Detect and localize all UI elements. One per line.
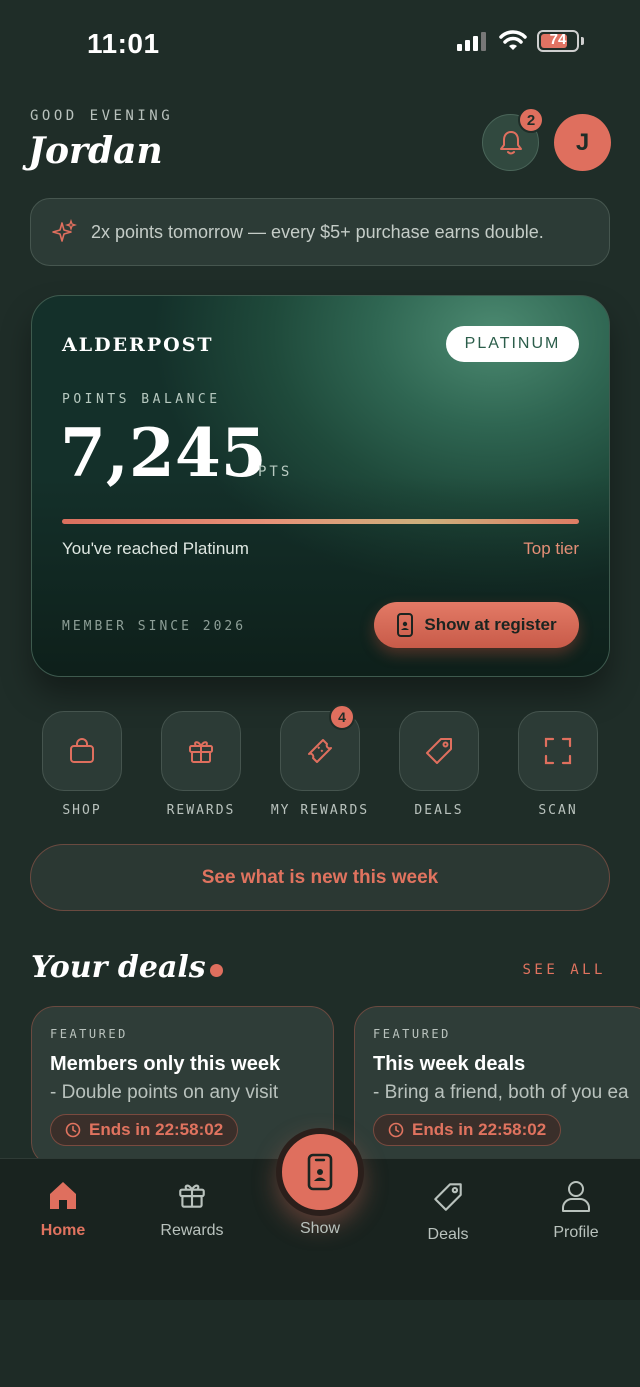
deal-timer-text: Ends in 22:58:02: [89, 1120, 224, 1139]
quick-action-scan[interactable]: SCAN: [518, 711, 598, 818]
user-name: Jordan: [28, 130, 163, 172]
deals-section-title: Your deals: [31, 950, 223, 985]
battery-icon: 74: [537, 30, 579, 52]
deal-timer-text: Ends in 22:58:02: [412, 1120, 547, 1139]
greeting-label: GOOD EVENING: [30, 108, 174, 124]
cellular-signal-icon: [457, 32, 486, 51]
quick-action-deals-button[interactable]: [399, 711, 479, 791]
tab-rewards-label: Rewards: [160, 1222, 224, 1239]
whats-new-button[interactable]: See what is new this week: [30, 844, 610, 911]
points-label: POINTS BALANCE: [62, 392, 221, 407]
tab-deals[interactable]: Deals: [403, 1179, 493, 1244]
tag-icon: [426, 738, 452, 764]
wifi-icon: [499, 30, 527, 50]
points-unit: PTS: [258, 464, 293, 480]
app-screen: 11:01 74 GOOD EVENING Jordan 2 J 2x poin…: [0, 0, 640, 1387]
quick-action-deals[interactable]: DEALS: [399, 711, 479, 818]
brand-name: ALDERPOST: [62, 334, 214, 356]
quick-action-shop-button[interactable]: [42, 711, 122, 791]
deal-card[interactable]: FEATURED This week deals - Bring a frien…: [354, 1006, 640, 1166]
my-rewards-badge: 4: [329, 704, 355, 730]
quick-action-my-rewards[interactable]: 4 MY REWARDS: [271, 704, 367, 818]
tier-progress-track: [62, 519, 579, 524]
tier-next-label: Top tier: [523, 539, 579, 558]
phone-badge-icon: [397, 613, 414, 637]
member-since: MEMBER SINCE 2026: [62, 619, 247, 634]
quick-action-rewards-button[interactable]: [161, 711, 241, 791]
deal-tag: FEATURED: [373, 1027, 451, 1041]
see-all-link[interactable]: SEE ALL: [522, 962, 606, 978]
register-button-label: Show at register: [424, 615, 557, 634]
scan-icon: [544, 737, 572, 765]
shopping-bag-icon: [70, 738, 94, 763]
tier-badge: PLATINUM: [446, 326, 579, 362]
deal-description: - Bring a friend, both of you ea: [373, 1082, 629, 1103]
quick-action-scan-button[interactable]: [518, 711, 598, 791]
avatar[interactable]: J: [554, 114, 611, 171]
deal-timer: Ends in 22:58:02: [50, 1114, 239, 1146]
show-at-register-button[interactable]: Show at register: [374, 602, 579, 648]
sparkles-icon: [52, 219, 77, 242]
gift-icon: [179, 1184, 205, 1208]
tab-profile-label: Profile: [553, 1224, 599, 1241]
promo-text: 2x points tomorrow — every $5+ purchase …: [91, 221, 544, 242]
status-time: 11:01: [87, 28, 160, 59]
quick-action-my-rewards-button[interactable]: 4: [280, 704, 360, 791]
deal-title: Members only this week: [50, 1053, 281, 1075]
home-indicator-area: [0, 1300, 640, 1387]
phone-badge-icon: [307, 1153, 333, 1191]
battery-tip: [581, 37, 584, 45]
deals-dot: [209, 964, 223, 977]
battery-level: 74: [549, 31, 567, 48]
home-icon: [50, 1182, 76, 1209]
clock-icon: [65, 1122, 81, 1138]
clock-icon: [388, 1122, 404, 1138]
tier-progress-fill: [62, 519, 579, 524]
deal-timer: Ends in 22:58:02: [373, 1114, 562, 1146]
quick-action-shop[interactable]: SHOP: [42, 711, 122, 818]
tab-profile[interactable]: Profile: [531, 1179, 621, 1242]
gift-icon: [189, 741, 213, 763]
tag-icon: [434, 1183, 462, 1211]
quick-action-label: SCAN: [538, 803, 578, 818]
ticket-icon: [308, 739, 332, 763]
loyalty-card: ALDERPOST PLATINUM POINTS BALANCE 7,245 …: [31, 295, 610, 677]
bell-icon: [499, 130, 522, 154]
status-icons: 74: [457, 30, 584, 52]
notifications-button[interactable]: 2: [482, 107, 544, 171]
notification-badge: 2: [518, 107, 544, 133]
show-card-button[interactable]: [276, 1128, 364, 1216]
points-balance: 7,245: [60, 414, 267, 492]
person-icon: [562, 1181, 590, 1212]
tab-deals-label: Deals: [427, 1226, 469, 1243]
tab-home-label: Home: [40, 1222, 86, 1239]
tab-show-label: Show: [299, 1220, 341, 1237]
promo-banner[interactable]: 2x points tomorrow — every $5+ purchase …: [30, 198, 610, 266]
tab-home[interactable]: Home: [18, 1179, 108, 1240]
deal-description: - Double points on any visit: [50, 1082, 279, 1103]
quick-action-rewards[interactable]: REWARDS: [161, 711, 241, 818]
deal-title: This week deals: [373, 1053, 526, 1075]
tab-rewards[interactable]: Rewards: [147, 1179, 237, 1240]
tier-message: You've reached Platinum: [62, 539, 249, 558]
deal-tag: FEATURED: [50, 1027, 128, 1041]
deals-title-text: Your deals: [31, 950, 206, 985]
